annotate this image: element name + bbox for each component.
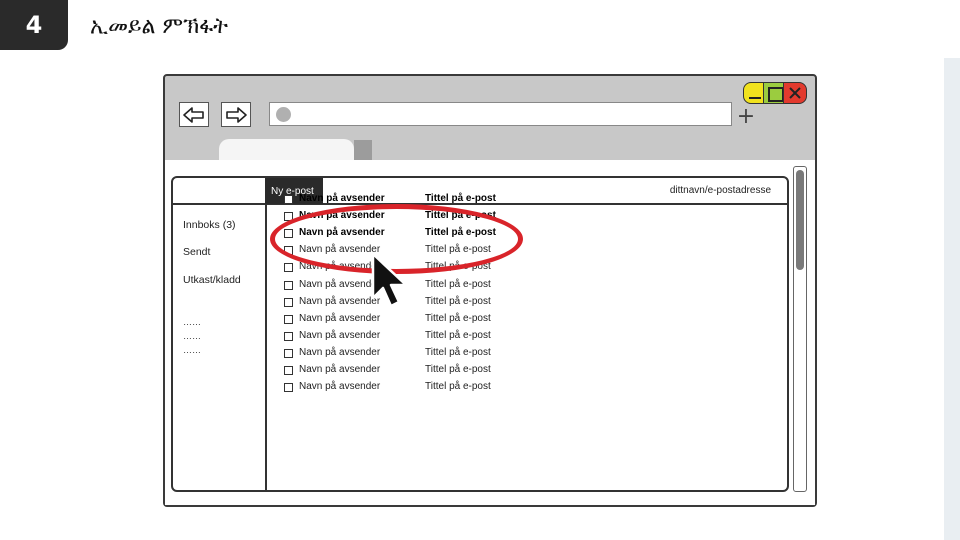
mail-row[interactable]: Navn på avsender Tittel på e-post <box>284 364 524 378</box>
site-icon <box>276 107 291 122</box>
slide-title: ኢመይል ምኽፋት <box>90 14 229 39</box>
scrollbar-thumb[interactable] <box>796 170 804 270</box>
scrollbar[interactable] <box>793 166 807 492</box>
forward-button[interactable] <box>221 102 251 127</box>
mail-subject: Tittel på e-post <box>425 295 491 307</box>
mouse-pointer-icon <box>371 252 408 308</box>
close-button[interactable] <box>783 82 807 104</box>
folder-placeholder: …… <box>183 317 201 327</box>
mail-sender: Navn på avsender <box>299 346 381 358</box>
mail-row[interactable]: Navn på avsender Tittel på e-post <box>284 381 524 395</box>
mail-sender: Navn på avsender <box>299 312 381 324</box>
window-controls <box>743 82 807 106</box>
address-bar[interactable] <box>269 102 732 126</box>
folder-drafts[interactable]: Utkast/kladd <box>183 274 241 286</box>
mail-sender: Navn på avsender <box>299 364 381 375</box>
mail-sender: Navn på avsender <box>299 295 381 307</box>
mail-checkbox[interactable] <box>284 366 293 375</box>
user-address: dittnavn/e-postadresse <box>669 185 771 196</box>
mail-checkbox[interactable] <box>284 331 293 341</box>
step-number-badge: 4 <box>0 0 68 50</box>
minimize-button[interactable] <box>743 82 765 104</box>
mail-checkbox[interactable] <box>284 280 293 290</box>
new-tab-button[interactable]: + <box>735 106 757 128</box>
folder-sent[interactable]: Sendt <box>183 246 210 258</box>
arrow-left-icon <box>183 106 204 123</box>
mail-subject: Tittel på e-post <box>425 364 491 375</box>
sidebar-divider <box>265 203 267 492</box>
mail-checkbox[interactable] <box>284 297 293 307</box>
maximize-button[interactable] <box>763 82 785 104</box>
mail-checkbox[interactable] <box>284 195 293 204</box>
mail-subject: Tittel på e-post <box>425 381 491 393</box>
close-icon <box>789 87 801 99</box>
mail-subject: Tittel på e-post <box>425 278 491 290</box>
folder-inbox[interactable]: Innboks (3) <box>183 219 236 231</box>
mail-sender: Navn på avsender <box>299 193 385 204</box>
mail-sender: Navn på avsender <box>299 329 381 341</box>
mail-checkbox[interactable] <box>284 383 293 393</box>
step-number: 4 <box>25 11 43 39</box>
slide-edge-strip <box>944 58 960 540</box>
mail-subject: Tittel på e-post <box>425 193 496 204</box>
mail-row[interactable]: Navn på avsender Tittel på e-post <box>284 347 524 361</box>
mail-row[interactable]: Navn på avsender Tittel på e-post <box>284 330 524 344</box>
arrow-right-icon <box>226 106 247 123</box>
mail-row[interactable]: Navn på avsender Tittel på e-post <box>284 313 524 327</box>
mail-sender: Navn på avsender <box>299 278 381 290</box>
folder-placeholder: …… <box>183 331 201 341</box>
back-button[interactable] <box>179 102 209 127</box>
browser-tab-inactive[interactable] <box>354 140 372 160</box>
mail-sender: Navn på avsender <box>299 381 381 393</box>
mail-subject: Tittel på e-post <box>425 312 491 324</box>
mail-checkbox[interactable] <box>284 263 293 273</box>
browser-window: + Ny e-post dittnavn/e-postadresse Innbo… <box>163 74 817 507</box>
mail-checkbox[interactable] <box>284 348 293 358</box>
folder-placeholder: …… <box>183 345 201 355</box>
mail-checkbox[interactable] <box>284 314 293 324</box>
browser-tab-active[interactable] <box>219 139 354 161</box>
mail-subject: Tittel på e-post <box>425 329 491 341</box>
page-content: Ny e-post dittnavn/e-postadresse Innboks… <box>165 160 815 505</box>
mail-subject: Tittel på e-post <box>425 346 491 358</box>
